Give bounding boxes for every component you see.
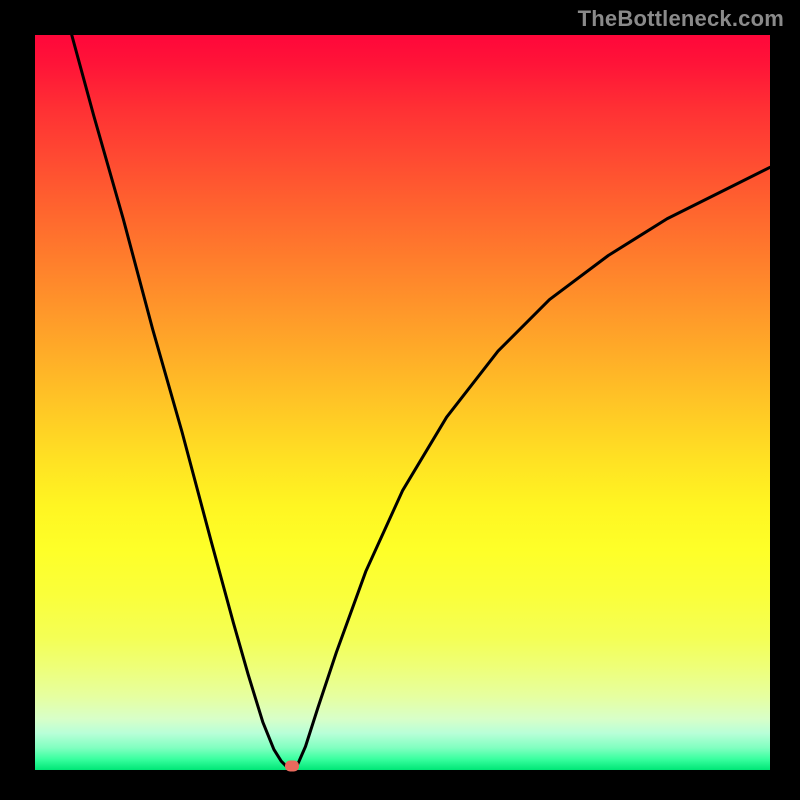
plot-area bbox=[35, 35, 770, 770]
chart-frame: TheBottleneck.com bbox=[0, 0, 800, 800]
minimum-marker bbox=[285, 760, 299, 771]
bottleneck-curve bbox=[35, 35, 770, 770]
watermark-text: TheBottleneck.com bbox=[578, 6, 784, 32]
